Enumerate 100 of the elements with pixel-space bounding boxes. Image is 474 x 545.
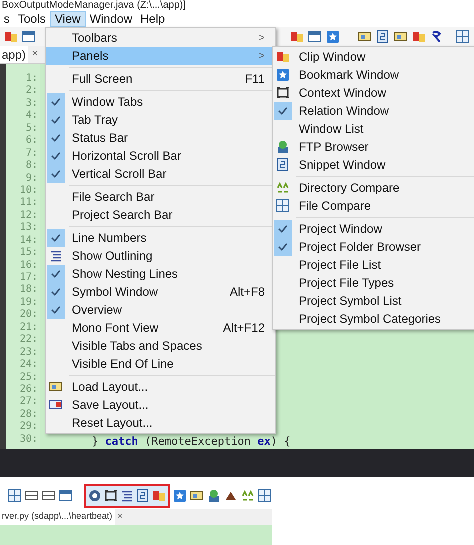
menu-item[interactable]: Directory Compare — [273, 179, 474, 197]
menu-bar-item[interactable]: Help — [136, 11, 170, 27]
menu-item[interactable]: FTP Browser — [273, 138, 474, 156]
line-number: 21: — [18, 322, 39, 334]
menu-item[interactable]: Bookmark Window — [273, 66, 474, 84]
frame-icon — [104, 489, 118, 503]
line-number: 27: — [18, 396, 39, 409]
line-number: 16: — [18, 260, 39, 272]
submenu-arrow: > — [259, 32, 265, 46]
menu-bar-item[interactable]: Tools — [14, 11, 50, 27]
submenu-arrow: > — [259, 50, 265, 64]
frame-icon — [276, 86, 290, 100]
clip-window-icon — [152, 489, 166, 503]
line-number: 8: — [24, 160, 39, 172]
menu-item[interactable]: Tab Tray — [46, 111, 275, 129]
line-number: 18: — [18, 284, 39, 297]
table-icon — [456, 30, 470, 44]
menu-item[interactable]: Vertical Scroll Bar — [46, 165, 275, 183]
line-number: 13: — [18, 222, 39, 235]
menu-item[interactable]: Panels > — [46, 47, 275, 65]
menu-item[interactable]: Save Layout... — [46, 396, 275, 414]
table-icon — [8, 489, 22, 503]
close-icon[interactable]: × — [118, 510, 123, 524]
line-number: 5: — [24, 122, 39, 136]
shortcut: Alt+F12 — [223, 320, 265, 337]
code-line: } catch (RemoteException ex) { — [92, 436, 292, 448]
window-icon — [59, 489, 73, 503]
line-number: 26: — [18, 384, 39, 396]
line-number: 24: — [18, 359, 39, 372]
menu-item[interactable]: Line Numbers — [46, 229, 275, 247]
line-number: 20: — [18, 309, 39, 322]
line-number: 15: — [18, 247, 39, 260]
shortcut: F11 — [245, 71, 265, 88]
menu-item[interactable]: Reset Layout... — [46, 414, 275, 432]
bookmark-star-icon — [326, 30, 340, 44]
menu-item[interactable]: Project Symbol Categories — [273, 310, 474, 328]
menu-bar-item[interactable]: Window — [86, 11, 136, 27]
window-title: BoxOutputModeManager.java (Z:\...\app)] — [1, 0, 186, 11]
menu-item[interactable]: Show Outlining — [46, 247, 275, 265]
snippet-icon — [136, 489, 150, 503]
save-layout-icon — [49, 398, 63, 412]
menu-item[interactable]: File Search Bar — [46, 188, 275, 206]
line-number: 9: — [24, 172, 39, 185]
grid-icon — [276, 199, 290, 213]
snippet-icon — [276, 158, 290, 172]
line-number: 10: — [18, 184, 39, 198]
menu-item[interactable]: Relation Window — [273, 102, 474, 120]
close-icon[interactable]: × — [32, 46, 38, 63]
menu-item[interactable]: Visible Tabs and Spaces — [46, 337, 275, 355]
menu-item[interactable]: Project File List — [273, 256, 474, 274]
line-number: 4: — [24, 110, 39, 123]
menu-bar-item[interactable]: s — [0, 11, 14, 27]
line-number: 30: — [18, 434, 39, 446]
menu-item[interactable]: Visible End Of Line — [46, 355, 275, 373]
line-number: 14: — [18, 234, 39, 248]
shortcut: Alt+F8 — [230, 284, 265, 301]
menu-item[interactable]: Context Window — [273, 84, 474, 102]
bookmark-star-icon — [173, 489, 187, 503]
line-number: 29: — [18, 421, 39, 434]
menu-item[interactable]: Window List — [273, 120, 474, 138]
menu-item[interactable]: Project Folder Browser — [273, 238, 474, 256]
menu-item[interactable]: Project Window — [273, 220, 474, 238]
menu-item[interactable]: Project Search Bar — [46, 206, 275, 224]
menu-item[interactable]: Project Symbol List — [273, 292, 474, 310]
menu-item[interactable]: Status Bar — [46, 129, 275, 147]
toolbar-icon — [412, 30, 426, 44]
bookmark-star-icon — [276, 68, 290, 82]
toolbar-icon — [290, 30, 304, 44]
menu-item[interactable]: File Compare — [273, 197, 474, 215]
clip-window-icon — [276, 50, 290, 64]
load-layout-icon — [49, 380, 63, 394]
menu-bar-item[interactable]: View — [50, 11, 86, 27]
editor-tab[interactable]: app) — [0, 46, 28, 63]
line-number: 6: — [24, 135, 39, 148]
line-number: 23: — [18, 346, 39, 360]
menu-item[interactable]: Clip Window — [273, 48, 474, 66]
line-number: 3: — [24, 98, 39, 110]
line-number: 25: — [18, 372, 39, 384]
toolbar-icon — [376, 30, 390, 44]
menu-item[interactable]: Full Screen F11 — [46, 70, 275, 88]
line-number: 1: — [24, 73, 39, 86]
menu-item[interactable]: Snippet Window — [273, 156, 474, 174]
line-number: 2: — [24, 85, 39, 98]
editor-tab[interactable]: rver.py (sdapp\...\heartbeat) — [0, 509, 115, 525]
line-number: 28: — [18, 408, 39, 422]
menu-item[interactable]: Mono Font View Alt+F12 — [46, 319, 275, 337]
menu-item[interactable]: Overview — [46, 301, 275, 319]
line-number: 7: — [24, 148, 39, 160]
menu-item[interactable]: Window Tabs — [46, 93, 275, 111]
menu-item[interactable]: Project File Types — [273, 274, 474, 292]
grid-icon — [258, 489, 272, 503]
menu-item[interactable]: Show Nesting Lines — [46, 265, 275, 283]
line-number: 17: — [18, 272, 39, 284]
line-number: 19: — [18, 296, 39, 310]
menu-item[interactable]: Load Layout... — [46, 378, 275, 396]
outline-lines-icon — [49, 249, 63, 263]
window-icon — [308, 30, 322, 44]
line-number: 12: — [18, 210, 39, 222]
menu-item[interactable]: Symbol Window Alt+F8 — [46, 283, 275, 301]
menu-item[interactable]: Horizontal Scroll Bar — [46, 147, 275, 165]
